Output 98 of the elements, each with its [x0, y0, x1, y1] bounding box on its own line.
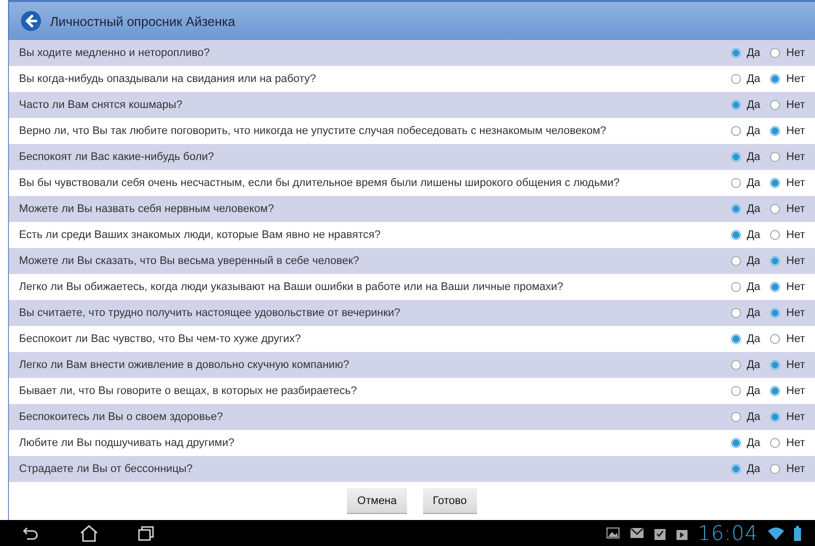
option-label: Да — [746, 385, 760, 397]
radio-button[interactable] — [730, 386, 741, 396]
question-text: Легко ли Вы обижаетесь, когда люди указывают на Ваши ошибки в работе или на Ваши личные промахи? — [19, 281, 564, 293]
back-icon[interactable] — [21, 11, 41, 31]
picture-icon[interactable] — [606, 527, 620, 539]
question-text: Вы когда-нибудь опаздывали на свидания или на работу? — [19, 73, 318, 85]
mail-icon[interactable] — [630, 527, 644, 539]
radio-button[interactable] — [770, 204, 780, 214]
option-label: Да — [746, 151, 760, 163]
battery-icon — [794, 526, 801, 540]
radio-button[interactable] — [730, 438, 741, 448]
option-label: Нет — [786, 385, 805, 397]
option-label: Нет — [786, 99, 805, 111]
radio-button[interactable] — [770, 334, 780, 344]
radio-button[interactable] — [770, 438, 780, 448]
option-label: Нет — [786, 47, 805, 59]
option-label: Нет — [786, 359, 805, 371]
question-text: Беспокоитесь ли Вы о своем здоровье? — [19, 411, 224, 423]
radio-button[interactable] — [770, 386, 780, 396]
option-label: Да — [746, 255, 760, 267]
radio-button[interactable] — [730, 230, 741, 240]
option-label: Нет — [786, 229, 805, 241]
option-label: Нет — [786, 203, 805, 215]
radio-button[interactable] — [730, 334, 741, 344]
question-text: Можете ли Вы назвать себя нервным человеком? — [19, 203, 275, 215]
question-text: Беспокоят ли Вас какие-нибудь боли? — [19, 151, 216, 163]
radio-button[interactable] — [730, 152, 741, 162]
question-text: Вы считаете, что трудно получить настоящее удовольствие от вечеринки? — [19, 307, 402, 319]
radio-button[interactable] — [730, 178, 741, 188]
radio-button[interactable] — [730, 74, 741, 84]
home-icon[interactable] — [80, 524, 98, 542]
dialog-button[interactable]: Отмена — [347, 488, 407, 514]
option-label: Да — [746, 99, 760, 111]
option-label: Да — [746, 177, 760, 189]
question-text: Беспокоит ли Вас чувство, что Вы чем-то хуже других? — [19, 333, 302, 345]
question-text: Страдаете ли Вы от бессонницы? — [19, 463, 194, 475]
recent-apps-icon[interactable] — [138, 525, 155, 541]
radio-button[interactable] — [770, 126, 780, 136]
question-text: Бывает ли, что Вы говорите о вещах, в которых не разбираетесь? — [19, 385, 358, 397]
clipboard-check-icon[interactable] — [654, 526, 666, 540]
option-label: Да — [746, 307, 760, 319]
option-label: Да — [746, 229, 760, 241]
radio-button[interactable] — [730, 126, 741, 136]
option-label: Нет — [786, 73, 805, 85]
dialog-button[interactable]: Готово — [422, 488, 477, 514]
radio-button[interactable] — [770, 152, 780, 162]
option-label: Да — [746, 125, 760, 137]
clock: 16:04 — [698, 521, 758, 545]
radio-button[interactable] — [730, 464, 741, 474]
radio-button[interactable] — [730, 100, 741, 110]
option-label: Нет — [786, 333, 805, 345]
radio-button[interactable] — [730, 204, 741, 214]
question-text: Есть ли среди Ваших знакомых люди, которые Вам явно не нравятся? — [19, 229, 382, 241]
question-text: Легко ли Вам внести оживление в довольно скучную компанию? — [19, 359, 350, 371]
question-text: Часто ли Вам снятся кошмары? — [19, 99, 184, 111]
option-label: Нет — [786, 307, 805, 319]
radio-button[interactable] — [730, 256, 741, 266]
radio-button[interactable] — [770, 464, 780, 474]
option-label: Нет — [786, 177, 805, 189]
option-label: Да — [746, 437, 760, 449]
radio-button[interactable] — [770, 48, 780, 58]
screen-title: Личностный опросник Айзенка — [50, 14, 236, 28]
option-label: Да — [746, 411, 760, 423]
option-label: Да — [746, 73, 760, 85]
radio-button[interactable] — [730, 360, 741, 370]
option-label: Да — [746, 47, 760, 59]
radio-button[interactable] — [770, 74, 780, 84]
radio-button[interactable] — [770, 100, 780, 110]
wifi-icon — [768, 526, 784, 540]
question-text: Вы ходите медленно и неторопливо? — [19, 47, 211, 59]
radio-button[interactable] — [770, 230, 780, 240]
option-label: Нет — [786, 463, 805, 475]
radio-button[interactable] — [770, 412, 780, 422]
option-label: Нет — [786, 281, 805, 293]
option-label: Нет — [786, 255, 805, 267]
radio-button[interactable] — [770, 256, 780, 266]
radio-button[interactable] — [730, 48, 741, 58]
option-label: Да — [746, 203, 760, 215]
question-text: Верно ли, что Вы так любите поговорить, что никогда не упустите случая побеседовать с незнакомым человеком? — [19, 125, 608, 137]
question-text: Любите ли Вы подшучивать над другими? — [19, 437, 236, 449]
radio-button[interactable] — [770, 282, 780, 292]
radio-button[interactable] — [770, 360, 780, 370]
radio-button[interactable] — [770, 178, 780, 188]
question-text: Вы бы чувствовали себя очень несчастным, если бы длительное время были лишены широкого общения с людьми? — [19, 177, 621, 189]
option-label: Да — [746, 463, 760, 475]
question-text: Можете ли Вы сказать, что Вы весьма уверенный в себе человек? — [19, 255, 360, 267]
radio-button[interactable] — [770, 308, 780, 318]
option-label: Нет — [786, 411, 805, 423]
option-label: Да — [746, 281, 760, 293]
radio-button[interactable] — [730, 308, 741, 318]
option-label: Да — [746, 333, 760, 345]
back-icon[interactable] — [22, 525, 40, 541]
radio-button[interactable] — [730, 282, 741, 292]
option-label: Да — [746, 359, 760, 371]
option-label: Нет — [786, 437, 805, 449]
option-label: Нет — [786, 151, 805, 163]
option-label: Нет — [786, 125, 805, 137]
radio-button[interactable] — [730, 412, 741, 422]
